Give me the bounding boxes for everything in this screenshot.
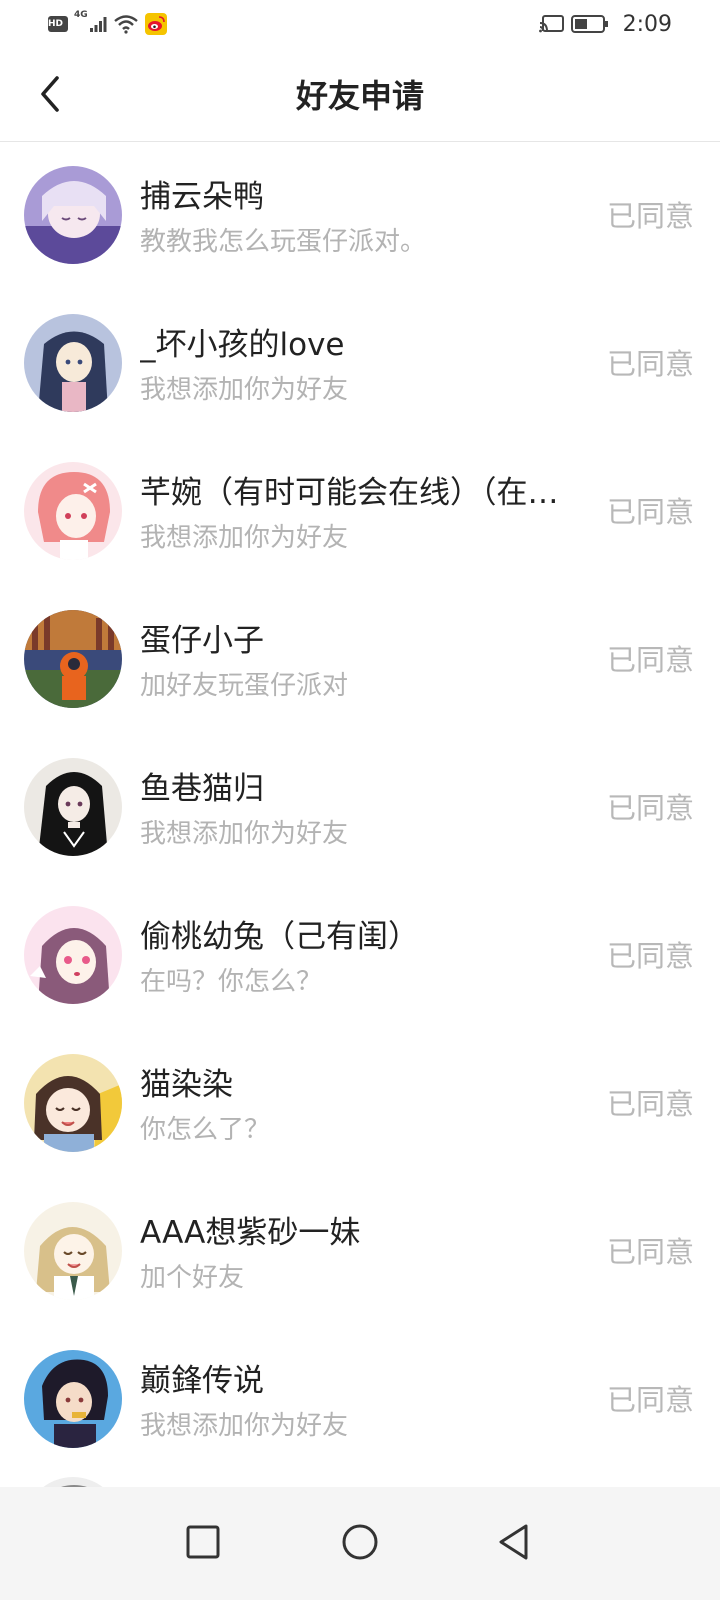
- avatar[interactable]: [24, 462, 122, 560]
- list-item[interactable]: 鱼巷猫归 我想添加你为好友 已同意: [0, 734, 720, 882]
- list-item[interactable]: 巅鋒传说 我想添加你为好友 已同意: [0, 1326, 720, 1474]
- avatar[interactable]: [24, 906, 122, 1004]
- status-bar: HD 4G 2:09: [0, 0, 720, 48]
- requester-name: 捕云朵鸭: [140, 179, 264, 215]
- request-message: 在吗？你怎么？: [140, 967, 323, 997]
- avatar[interactable]: [24, 1202, 122, 1300]
- signal-icon: [89, 15, 107, 33]
- recents-button[interactable]: [168, 1509, 238, 1579]
- nav-back-button[interactable]: [478, 1509, 548, 1579]
- request-status: 已同意: [606, 1087, 694, 1121]
- request-status: 已同意: [606, 939, 694, 973]
- status-bar-right: 2:09: [538, 11, 672, 37]
- requester-name: 鱼巷猫归: [140, 771, 264, 807]
- requester-name: 蛋仔小子: [140, 623, 264, 659]
- requester-name: 巅鋒传说: [140, 1363, 264, 1399]
- requester-name: 偷桃幼兔（己有闺）: [140, 919, 419, 955]
- hd-icon: HD: [48, 16, 68, 32]
- avatar[interactable]: [24, 314, 122, 412]
- page-title: 好友申请: [295, 77, 424, 115]
- cast-icon: [538, 14, 565, 34]
- clock: 2:09: [622, 11, 672, 37]
- request-message: 教教我怎么玩蛋仔派对。: [140, 227, 427, 257]
- avatar[interactable]: [24, 758, 122, 856]
- weibo-icon: [144, 13, 167, 35]
- avatar[interactable]: [24, 166, 122, 264]
- triangle-back-icon: [496, 1523, 530, 1565]
- system-nav-bar: [0, 1487, 720, 1600]
- request-message: 加个好友: [140, 1263, 245, 1293]
- square-icon: [186, 1525, 220, 1563]
- request-status: 已同意: [606, 643, 694, 677]
- list-item[interactable]: 捕云朵鸭 教教我怎么玩蛋仔派对。 已同意: [0, 142, 720, 290]
- battery-icon: [570, 14, 609, 34]
- request-message: 我想添加你为好友: [140, 523, 349, 553]
- friend-requests-screen: HD 4G 2:09 好友申请 捕云朵鸭 教教我怎么玩蛋仔派对。 已同意 _坏小…: [0, 0, 720, 1600]
- list-item[interactable]: _坏小孩的love 我想添加你为好友 已同意: [0, 290, 720, 438]
- list-item[interactable]: AAA想紫砂一妹 加个好友 已同意: [0, 1178, 720, 1326]
- wifi-icon: [113, 14, 139, 34]
- list-item[interactable]: 偷桃幼兔（己有闺） 在吗？你怎么？ 已同意: [0, 882, 720, 1030]
- chevron-left-icon: [37, 74, 63, 118]
- request-status: 已同意: [606, 1235, 694, 1269]
- avatar[interactable]: [24, 1350, 122, 1448]
- list-item[interactable]: 芊婉（有时可能会在线）（在线时间不一定） 我想添加你为好友 已同意: [0, 438, 720, 586]
- request-status: 已同意: [606, 199, 694, 233]
- request-message: 加好友玩蛋仔派对: [140, 671, 349, 701]
- circle-icon: [341, 1523, 379, 1565]
- requester-name: _坏小孩的love: [140, 327, 345, 363]
- request-message: 你怎么了？: [140, 1115, 271, 1145]
- requester-name: AAA想紫砂一妹: [140, 1215, 361, 1251]
- home-button[interactable]: [325, 1509, 395, 1579]
- avatar[interactable]: [24, 1054, 122, 1152]
- requester-name: 猫染染: [140, 1067, 233, 1103]
- back-button[interactable]: [26, 68, 74, 124]
- request-status: 已同意: [606, 495, 694, 529]
- request-status: 已同意: [606, 791, 694, 825]
- request-message: 我想添加你为好友: [140, 375, 349, 405]
- request-message: 我想添加你为好友: [140, 1411, 349, 1441]
- request-message: 我想添加你为好友: [140, 819, 349, 849]
- network-type-label: 4G: [74, 10, 88, 20]
- status-bar-left: HD 4G: [48, 10, 173, 36]
- title-bar: 好友申请: [0, 48, 720, 142]
- request-status: 已同意: [606, 347, 694, 381]
- list-item[interactable]: 猫染染 你怎么了？ 已同意: [0, 1030, 720, 1178]
- avatar[interactable]: [24, 610, 122, 708]
- requester-name: 芊婉（有时可能会在线）（在线时间不一定）: [140, 475, 580, 511]
- friend-request-list: 捕云朵鸭 教教我怎么玩蛋仔派对。 已同意 _坏小孩的love 我想添加你为好友 …: [0, 142, 720, 1487]
- list-item[interactable]: 蛋仔小子 加好友玩蛋仔派对 已同意: [0, 586, 720, 734]
- request-status: 已同意: [606, 1383, 694, 1417]
